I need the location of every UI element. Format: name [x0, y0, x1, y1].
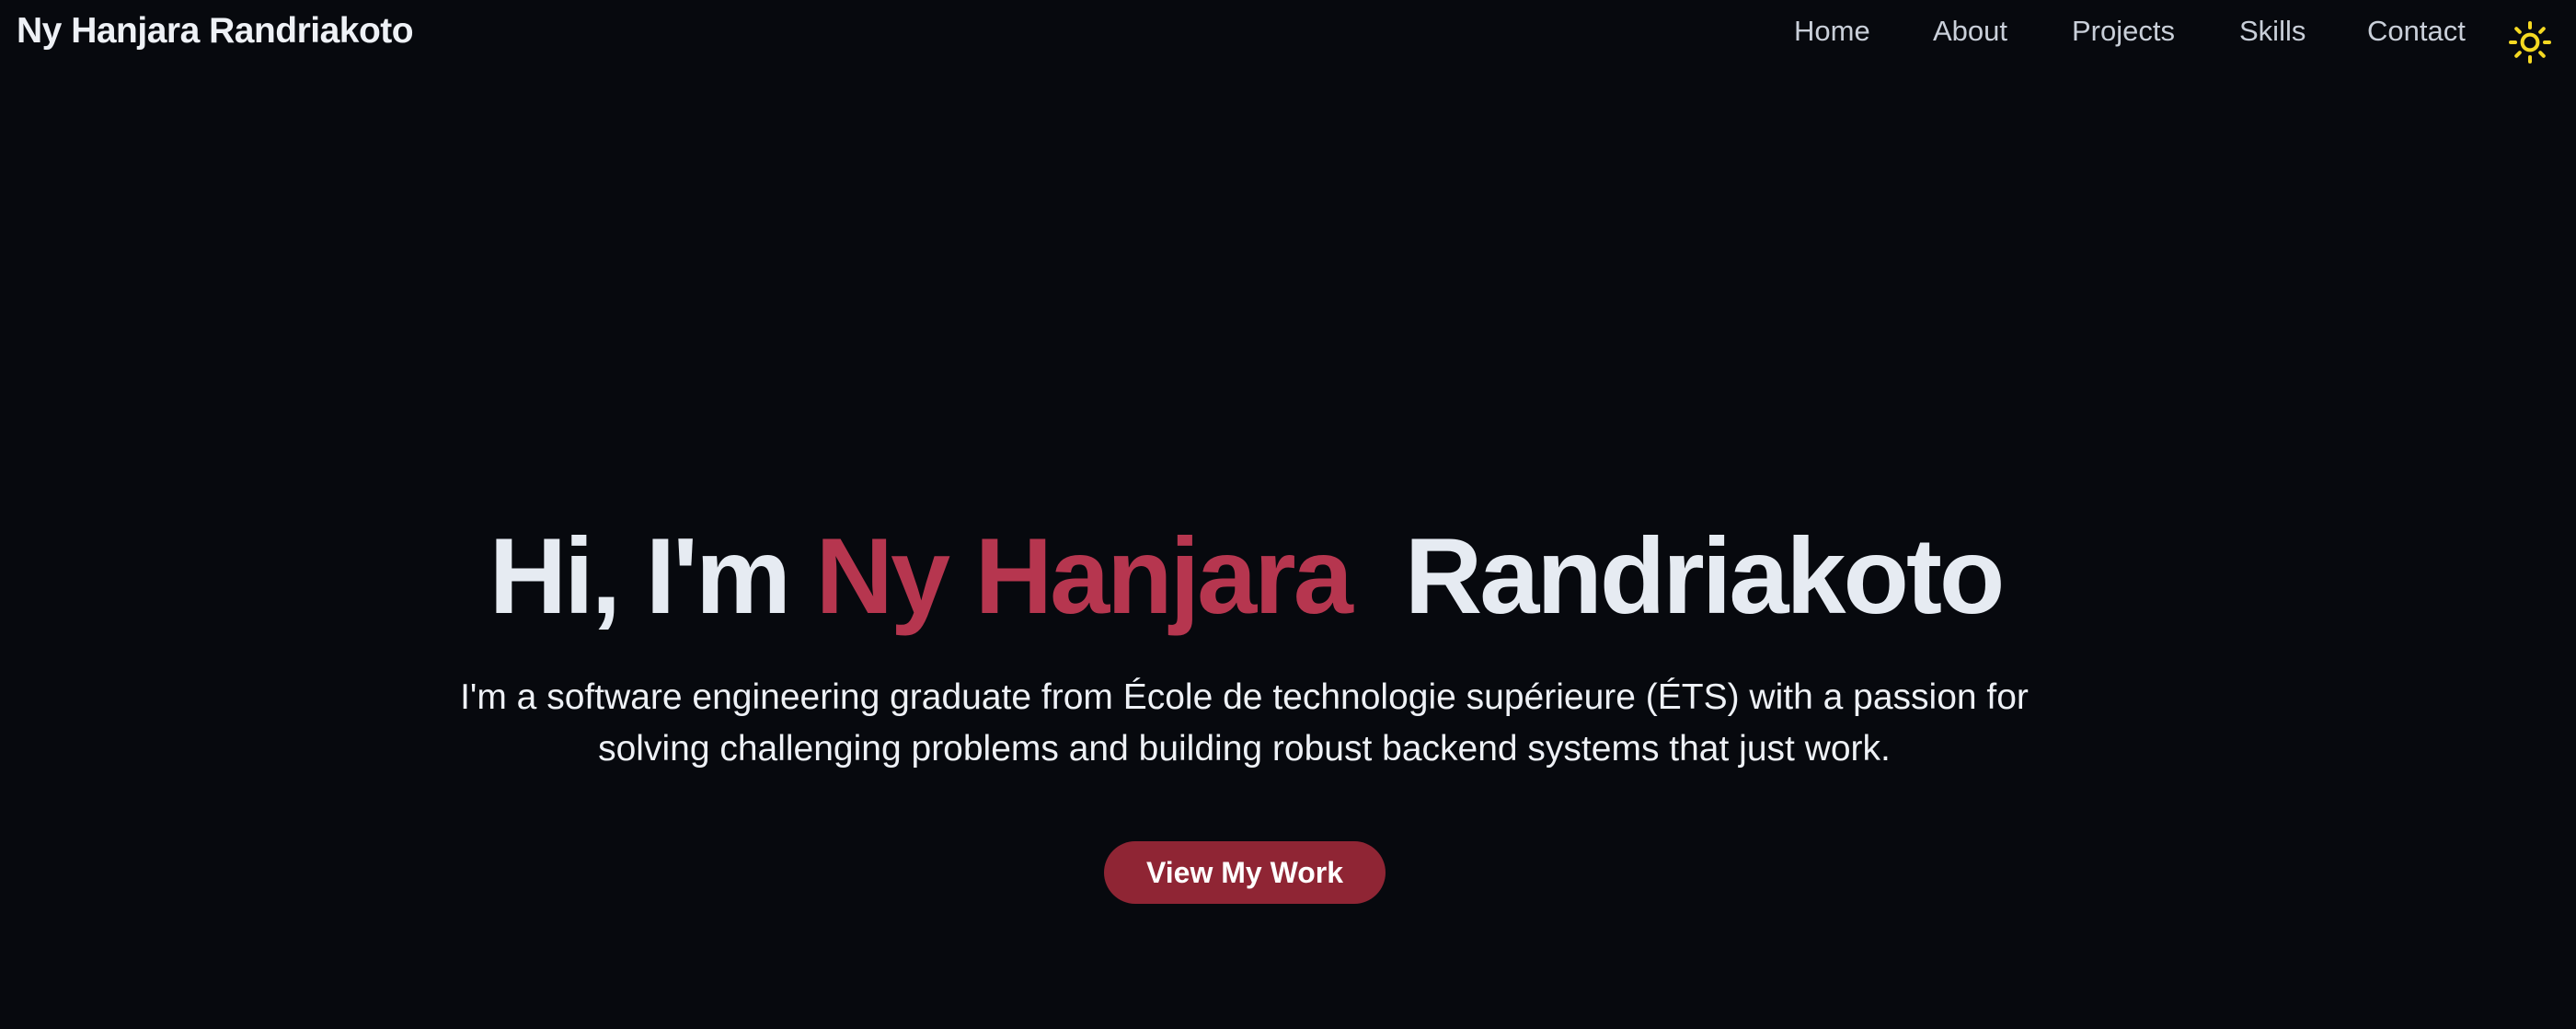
- sun-icon: [2509, 21, 2551, 64]
- navbar: Ny Hanjara Randriakoto Home About Projec…: [0, 0, 2576, 68]
- nav-link-about[interactable]: About: [1933, 15, 2007, 48]
- nav-link-projects[interactable]: Projects: [2072, 15, 2175, 48]
- hero-title: Hi, I'm Ny Hanjara Randriakoto: [0, 514, 2491, 638]
- page: Ny Hanjara Randriakoto Home About Projec…: [0, 0, 2576, 1029]
- nav-link-skills[interactable]: Skills: [2239, 15, 2306, 48]
- view-my-work-button[interactable]: View My Work: [1104, 841, 1386, 904]
- hero-last-name: Randriakoto: [1404, 515, 2006, 636]
- nav-link-contact[interactable]: Contact: [2367, 15, 2466, 48]
- hero-greeting: Hi, I'm: [489, 515, 816, 636]
- brand-logo-link[interactable]: Ny Hanjara Randriakoto: [17, 11, 414, 52]
- nav-link-home[interactable]: Home: [1794, 15, 1870, 48]
- hero-first-name: Ny Hanjara: [815, 515, 1353, 636]
- theme-toggle-button[interactable]: [2508, 20, 2552, 64]
- hero-description: I'm a software engineering graduate from…: [460, 677, 2029, 769]
